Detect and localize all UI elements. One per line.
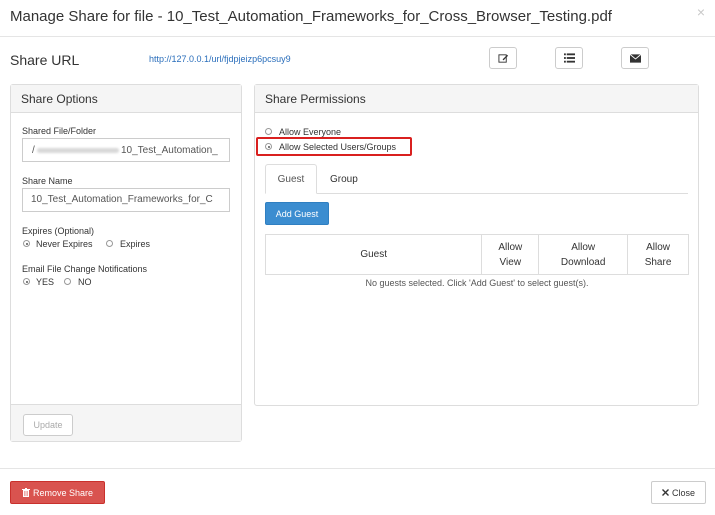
share-options-heading: Share Options	[11, 85, 241, 113]
allow-everyone-radio[interactable]	[265, 128, 272, 135]
expires-option-label: Expires	[120, 239, 151, 249]
list-button[interactable]	[555, 47, 583, 69]
add-guest-button[interactable]: Add Guest	[265, 202, 329, 225]
col-guest: Guest	[264, 234, 483, 275]
share-permissions-heading: Share Permissions	[255, 85, 698, 113]
never-expires-label: Never Expires	[36, 239, 93, 249]
notify-yes-radio[interactable]	[23, 278, 30, 285]
email-button[interactable]	[621, 47, 649, 69]
expires-label: Expires (Optional)	[22, 226, 95, 236]
allow-everyone-label: Allow Everyone	[279, 127, 342, 137]
notify-no-radio[interactable]	[64, 278, 71, 285]
never-expires-radio[interactable]	[23, 240, 30, 247]
shared-file-value: 10_Test_Automation_	[121, 145, 218, 156]
share-url-link[interactable]: http://127.0.0.1/url/fjdpjeizp6pcsuy9	[149, 54, 291, 64]
share-options-footer: Update	[11, 404, 241, 441]
close-button[interactable]: Close	[651, 481, 706, 504]
allow-selected-label: Allow Selected Users/Groups	[279, 142, 397, 152]
col-allow-view: Allow View	[481, 234, 540, 275]
shared-file-prefix: /	[32, 145, 35, 156]
modal-title: Manage Share for file - 10_Test_Automati…	[10, 8, 612, 25]
col-allow-share: Allow Share	[627, 234, 689, 275]
col-allow-download: Allow Download	[538, 234, 629, 275]
remove-share-label: Remove Share	[32, 487, 94, 498]
notify-label: Email File Change Notifications	[22, 264, 148, 274]
modal-footer-divider	[0, 468, 715, 469]
share-name-label: Share Name	[22, 176, 73, 186]
edit-url-button[interactable]	[489, 47, 517, 69]
tabs-divider	[265, 193, 688, 194]
list-icon	[563, 53, 575, 63]
redacted-path	[37, 148, 119, 153]
tab-guest[interactable]: Guest	[265, 164, 317, 194]
close-icon	[661, 489, 669, 496]
allow-selected-radio[interactable]	[265, 143, 272, 150]
edit-icon	[497, 53, 508, 63]
share-name-field[interactable]: 10_Test_Automation_Frameworks_for_C	[22, 188, 230, 212]
remove-share-button[interactable]: Remove Share	[10, 481, 105, 504]
empty-message: No guests selected. Click 'Add Guest' to…	[365, 278, 589, 288]
tab-group[interactable]: Group	[330, 174, 358, 185]
shared-file-field[interactable]: / 10_Test_Automation_	[22, 138, 230, 162]
shared-file-label: Shared File/Folder	[22, 126, 97, 136]
update-button[interactable]: Update	[23, 414, 73, 436]
notify-yes-label: YES	[36, 277, 55, 287]
envelope-icon	[629, 53, 641, 63]
trash-icon	[21, 488, 30, 497]
close-label: Close	[671, 487, 695, 498]
expires-radio[interactable]	[106, 240, 113, 247]
guests-table: Guest Allow View Allow Download Allow Sh…	[264, 234, 689, 289]
notify-no-label: NO	[78, 277, 92, 287]
modal-header: Manage Share for file - 10_Test_Automati…	[0, 0, 715, 37]
modal-close-icon[interactable]: ×	[697, 4, 705, 20]
share-url-label: Share URL	[10, 52, 80, 68]
